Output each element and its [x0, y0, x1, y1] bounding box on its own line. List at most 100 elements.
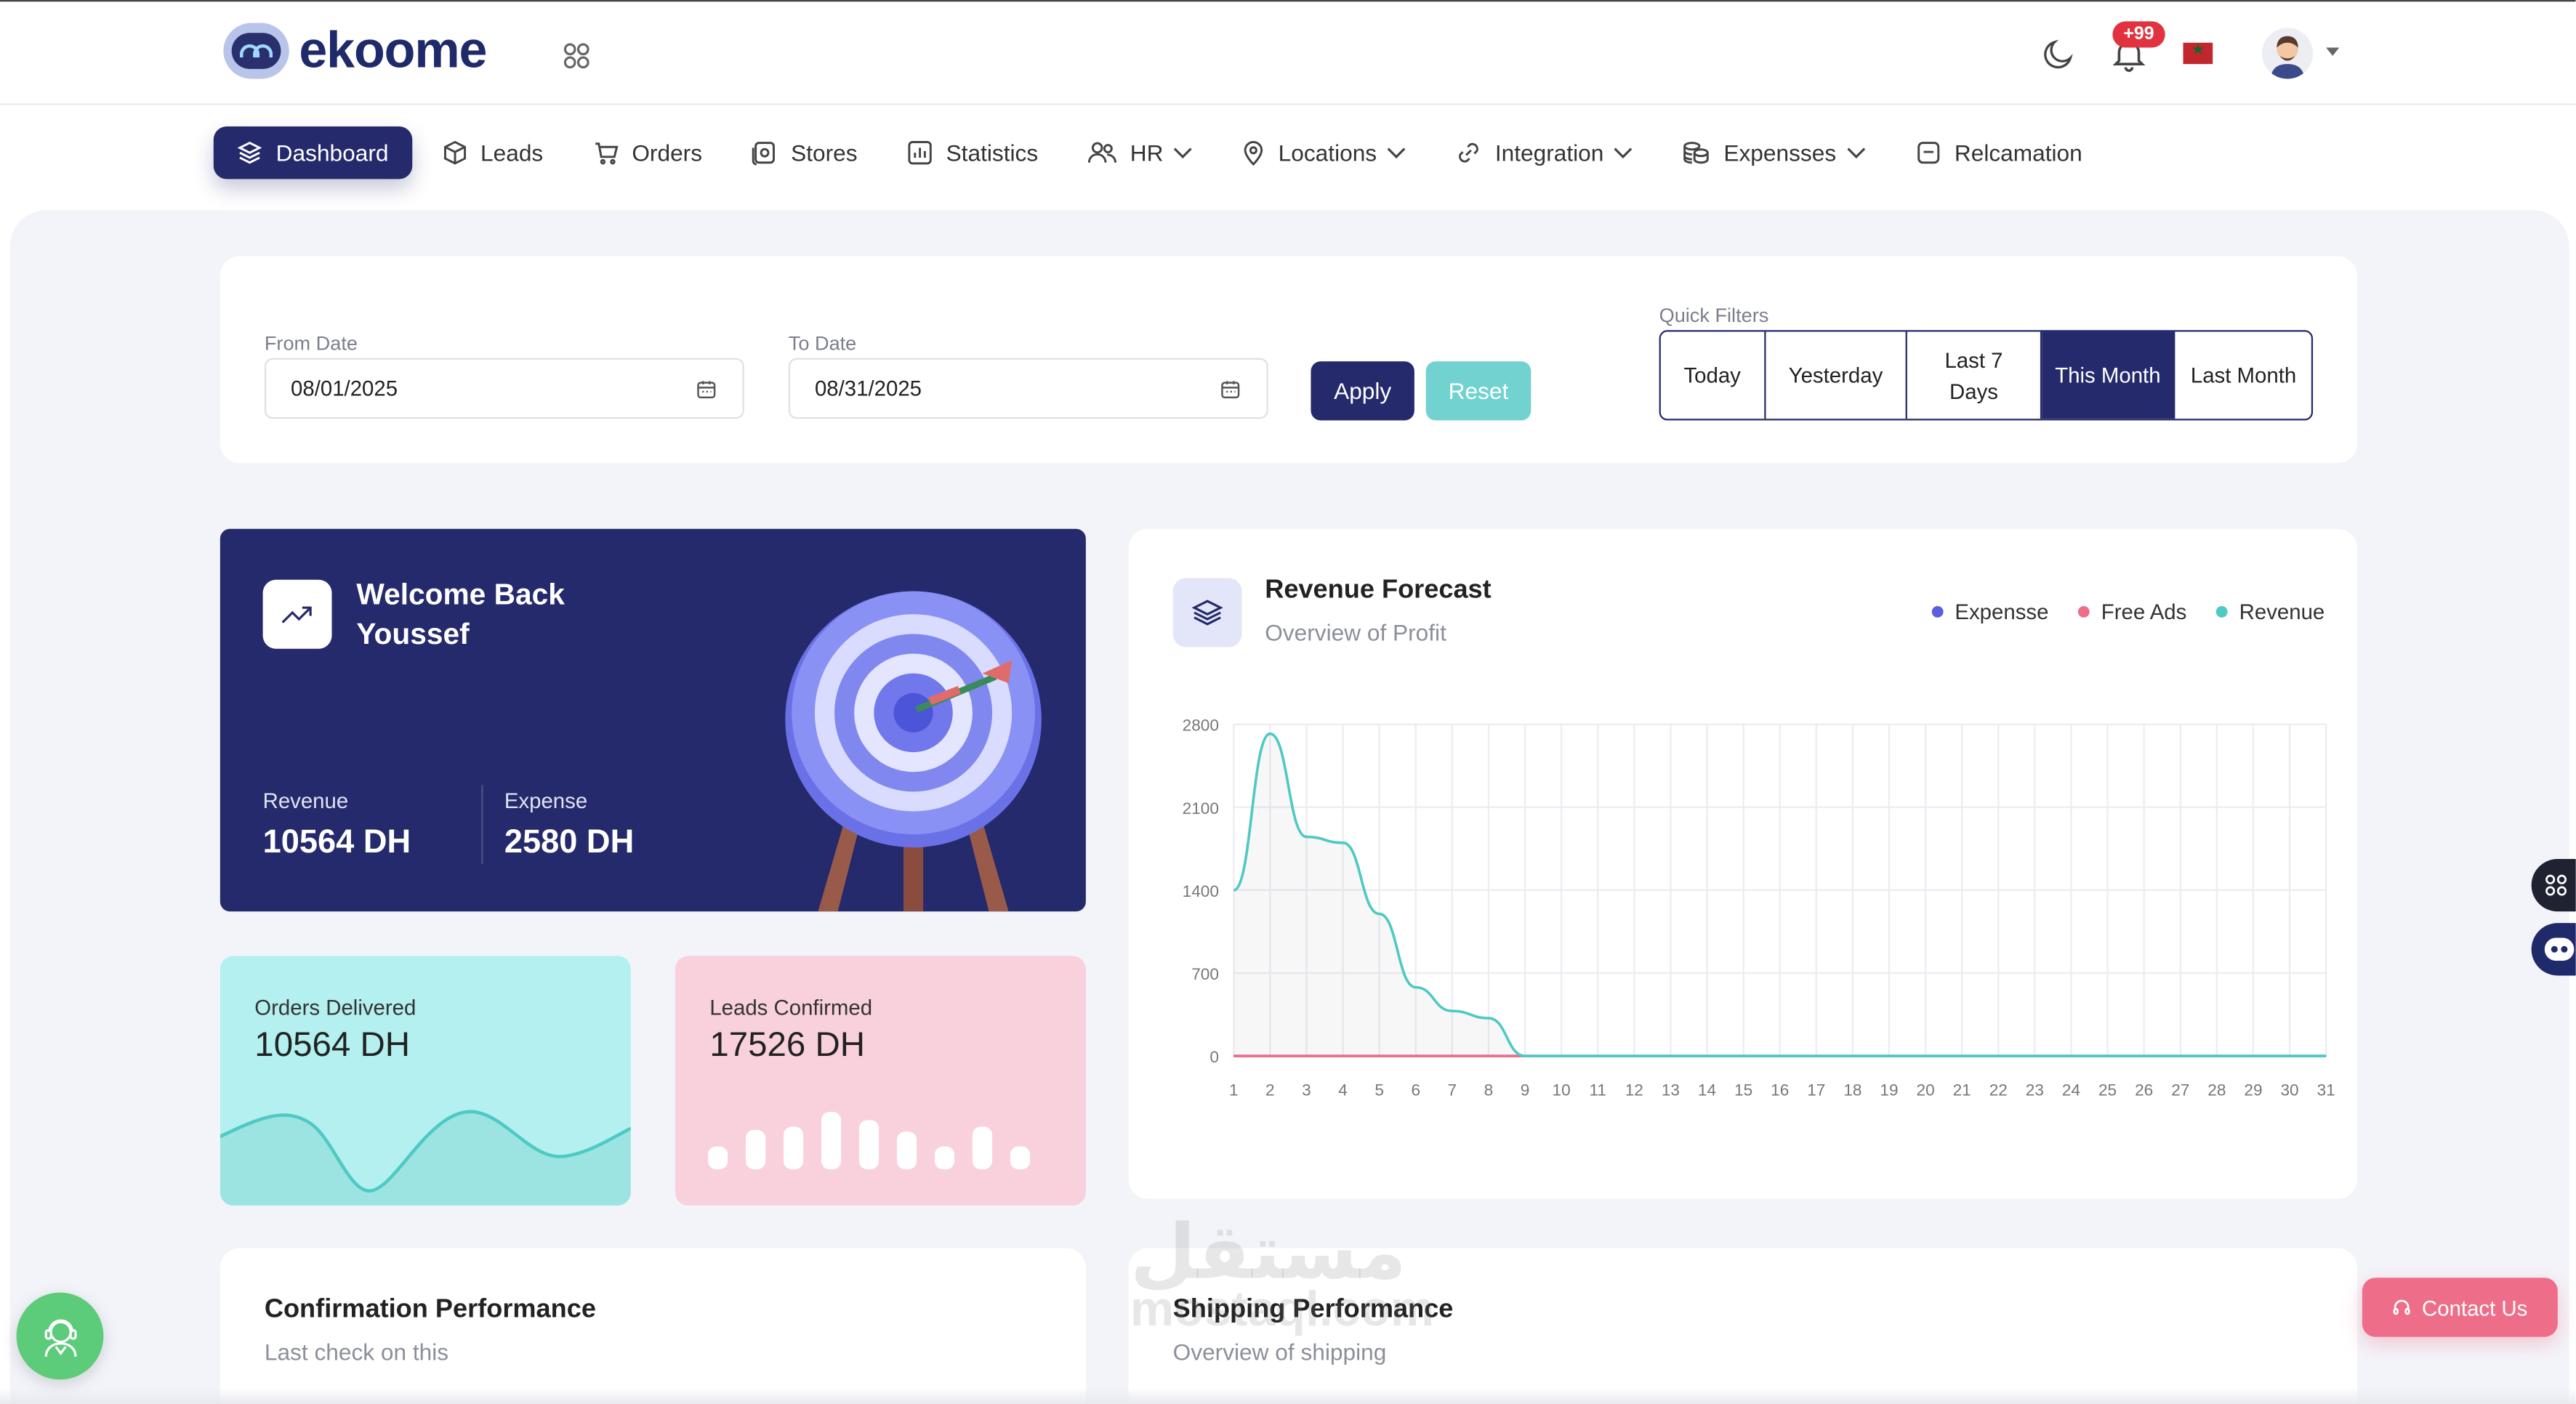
nav-item-statistics[interactable]: Statistics [887, 126, 1058, 179]
nav-item-relcamation[interactable]: Relcamation [1896, 126, 2102, 179]
user-avatar[interactable] [2262, 28, 2314, 79]
top-bar: ekoome +99 [0, 0, 2576, 105]
chevron-down-icon [1387, 148, 1406, 159]
x-tick-label: 27 [2171, 1081, 2189, 1099]
x-tick-label: 11 [1589, 1081, 1606, 1099]
note-icon [1917, 142, 1939, 164]
x-tick-label: 9 [1521, 1081, 1530, 1099]
x-tick-label: 22 [1989, 1081, 2008, 1099]
revenue-forecast-card: Revenue Forecast Overview of Profit Expe… [1128, 528, 2358, 1199]
x-tick-label: 10 [1553, 1081, 1571, 1099]
from-date-input[interactable]: 08/01/2025 [264, 358, 744, 419]
x-tick-label: 1 [1229, 1081, 1239, 1099]
bar-chart-icon [908, 141, 932, 165]
quick-filter-yesterday[interactable]: Yesterday [1766, 331, 1908, 419]
shipping-subtitle: Overview of shipping [1172, 1338, 1387, 1365]
x-tick-label: 12 [1625, 1081, 1643, 1099]
nav-item-leads[interactable]: Leads [422, 126, 563, 179]
nav-item-orders[interactable]: Orders [573, 126, 722, 179]
x-tick-label: 28 [2207, 1081, 2226, 1099]
cart-icon [595, 142, 618, 165]
apps-grid-icon [2545, 874, 2567, 896]
leads-mini-bars [708, 1112, 1031, 1170]
x-tick-label: 19 [1880, 1081, 1898, 1099]
app-window: ekoome +99 Dashboard [0, 0, 2576, 1404]
orders-delivered-card: Orders Delivered 10564 DH [220, 956, 631, 1206]
x-tick-label: 30 [2280, 1081, 2298, 1099]
nav-label: Locations [1278, 140, 1377, 166]
reset-button[interactable]: Reset [1425, 361, 1531, 421]
nav-item-integration[interactable]: Integration [1436, 126, 1653, 179]
quick-filters-group: Today Yesterday Last 7 Days This Month L… [1659, 330, 2314, 421]
leads-confirmed-card: Leads Confirmed 17526 DH [675, 956, 1086, 1206]
nav-item-locations[interactable]: Locations [1223, 126, 1426, 179]
nav-label: Stores [791, 140, 858, 166]
user-menu-caret-icon[interactable] [2326, 47, 2340, 56]
morocco-flag-icon[interactable] [2183, 41, 2213, 65]
nav-label: HR [1130, 140, 1164, 166]
nav-item-stores[interactable]: Stores [732, 126, 877, 179]
x-tick-label: 17 [1807, 1081, 1825, 1099]
brand-logo[interactable]: ekoome [223, 21, 487, 80]
nav-item-hr[interactable]: HR [1068, 126, 1212, 179]
date-filter-card: From Date 08/01/2025 To Date 08/31/2025 … [220, 256, 2358, 464]
nav-label: Leads [480, 140, 544, 166]
nav-item-dashboard[interactable]: Dashboard [213, 126, 412, 179]
x-tick-label: 24 [2062, 1081, 2080, 1099]
confirmation-performance-card: Confirmation Performance Last check on t… [220, 1248, 1086, 1404]
quick-filter-today[interactable]: Today [1661, 331, 1766, 419]
x-tick-label: 14 [1698, 1081, 1716, 1099]
x-tick-label: 2 [1265, 1081, 1275, 1099]
watermark-url: mostaql.com [1130, 1283, 1435, 1337]
x-tick-label: 20 [1917, 1081, 1935, 1099]
x-tick-label: 5 [1374, 1081, 1384, 1099]
headset-icon [2394, 1299, 2411, 1315]
to-date-value: 08/31/2025 [814, 376, 922, 401]
x-tick-label: 25 [2098, 1081, 2117, 1099]
x-tick-label: 7 [1448, 1081, 1457, 1099]
x-tick-label: 23 [2026, 1081, 2044, 1099]
link-icon [1459, 142, 1479, 163]
confirmation-title: Confirmation Performance [264, 1296, 596, 1324]
support-agent-icon [44, 1318, 76, 1356]
x-tick-label: 29 [2244, 1081, 2262, 1099]
main-nav: Dashboard Leads Orders Stores Statistics… [213, 126, 2112, 179]
moon-icon[interactable] [2040, 36, 2077, 73]
robot-icon [2544, 937, 2575, 961]
quick-filter-last-month[interactable]: Last Month [2175, 332, 2311, 419]
welcome-title: Welcome Back Youssef [356, 575, 564, 653]
x-tick-label: 21 [1953, 1081, 1971, 1099]
expense-label: Expense [504, 788, 588, 813]
apps-grid-icon[interactable] [562, 41, 592, 71]
welcome-user-name: Youssef [356, 617, 470, 650]
nav-label: Relcamation [1954, 140, 2082, 166]
users-icon [1087, 142, 1116, 163]
watermark: مستقل mostaql.com [1130, 1214, 1435, 1337]
contact-us-button[interactable]: Contact Us [2362, 1278, 2558, 1337]
brand-name: ekoome [299, 21, 487, 79]
contact-us-label: Contact Us [2422, 1295, 2528, 1320]
cube-icon [443, 140, 465, 165]
from-date-label: From Date [264, 331, 358, 355]
revenue-value: 10564 DH [262, 824, 411, 861]
apply-button[interactable]: Apply [1311, 361, 1414, 421]
quick-filter-this-month[interactable]: This Month [2041, 331, 2176, 419]
notification-badge: +99 [2112, 21, 2165, 48]
welcome-title-line1: Welcome Back [356, 578, 565, 611]
calendar-icon[interactable] [696, 379, 716, 399]
revenue-forecast-chart: 07001400210028001 2 3 4 5 6 7 8 9 10 11 12 13 14 15 16 1… [1183, 717, 2335, 1100]
chevron-down-icon [1614, 148, 1633, 159]
quick-filters-label: Quick Filters [1659, 304, 1769, 327]
to-date-input[interactable]: 08/31/2025 [788, 358, 1268, 419]
support-agent-button[interactable] [16, 1292, 104, 1380]
calendar-icon[interactable] [1220, 379, 1240, 399]
x-tick-label: 13 [1662, 1081, 1680, 1099]
robot-logo-icon [223, 23, 289, 79]
nav-label: Orders [632, 140, 703, 166]
nav-item-expensses[interactable]: Expensses [1663, 126, 1885, 179]
x-tick-label: 15 [1734, 1081, 1752, 1099]
quick-filter-last-7-days[interactable]: Last 7 Days [1907, 331, 2042, 419]
orders-delivered-label: Orders Delivered [254, 995, 416, 1020]
x-tick-label: 16 [1771, 1081, 1789, 1099]
x-tick-label: 31 [2317, 1081, 2335, 1099]
